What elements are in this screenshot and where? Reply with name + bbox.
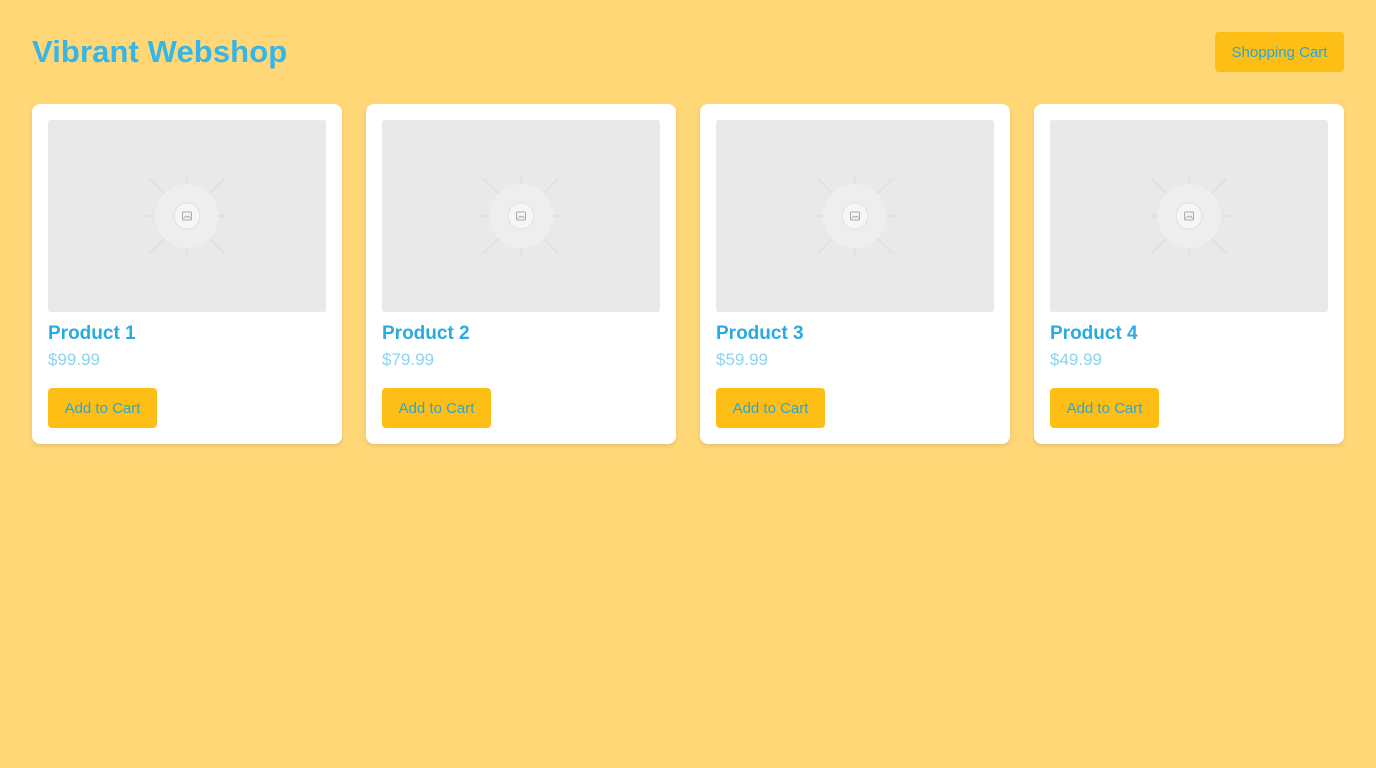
product-price: $99.99 (48, 350, 100, 369)
add-to-cart-button[interactable]: Add to Cart (382, 388, 491, 428)
product-image (716, 120, 994, 312)
add-to-cart-button[interactable]: Add to Cart (1050, 388, 1159, 428)
add-to-cart-button[interactable]: Add to Cart (716, 388, 825, 428)
product-price: $79.99 (382, 350, 434, 369)
product-card: Product 3 $59.99 Add to Cart (700, 104, 1010, 444)
product-card: Product 4 $49.99 Add to Cart (1034, 104, 1344, 444)
product-grid: Product 1 $99.99 Add to Cart Product 2 $… (32, 104, 1344, 444)
product-price: $59.99 (716, 350, 768, 369)
product-card: Product 1 $99.99 Add to Cart (32, 104, 342, 444)
image-placeholder-icon (1149, 176, 1229, 256)
image-placeholder-icon (147, 176, 227, 256)
add-to-cart-button[interactable]: Add to Cart (48, 388, 157, 428)
image-placeholder-icon (481, 176, 561, 256)
image-placeholder-icon (815, 176, 895, 256)
product-card: Product 2 $79.99 Add to Cart (366, 104, 676, 444)
site-header: Vibrant Webshop Shopping Cart (32, 32, 1344, 72)
product-name: Product 4 (1050, 323, 1138, 344)
product-price: $49.99 (1050, 350, 1102, 369)
product-name: Product 3 (716, 323, 804, 344)
product-image (1050, 120, 1328, 312)
product-name: Product 2 (382, 323, 470, 344)
product-name: Product 1 (48, 323, 136, 344)
product-image (48, 120, 326, 312)
product-image (382, 120, 660, 312)
shopping-cart-button[interactable]: Shopping Cart (1215, 32, 1344, 72)
site-title: Vibrant Webshop (32, 34, 288, 69)
